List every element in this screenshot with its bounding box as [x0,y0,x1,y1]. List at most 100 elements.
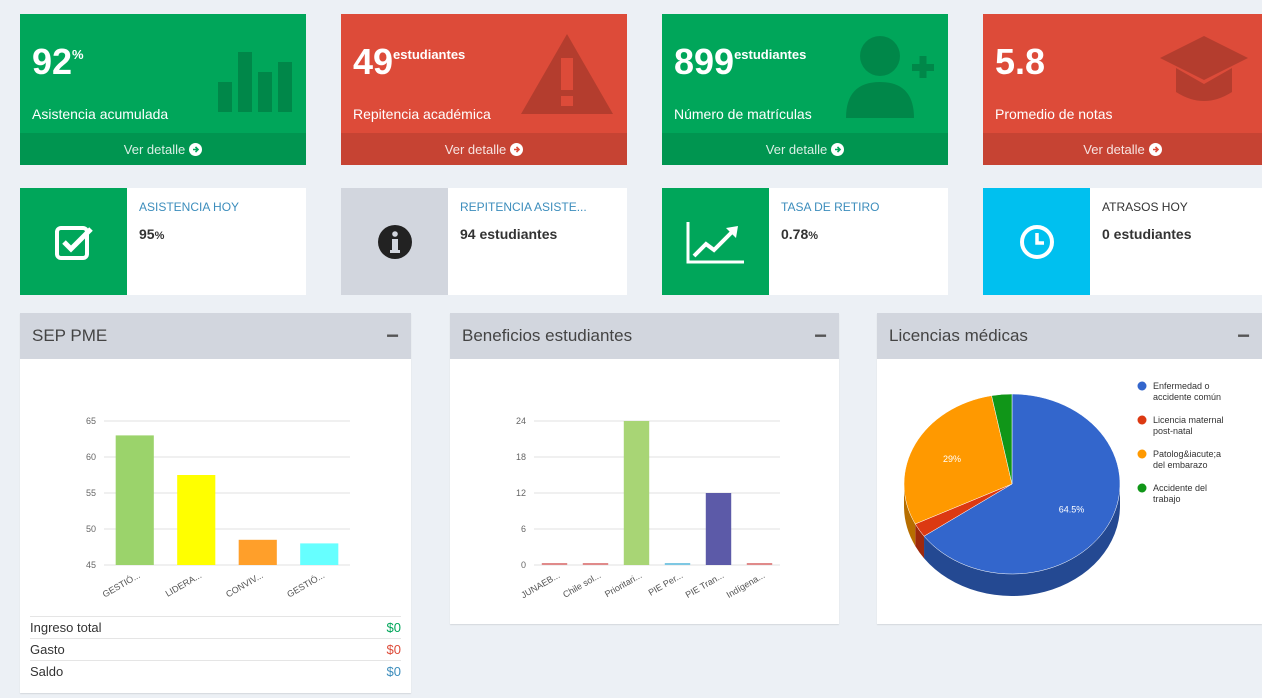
summary-label: Ingreso total [30,620,102,635]
panel-header: SEP PME − [20,313,411,359]
licencias-pie-chart: 64.5% 29% Enfermedad o accidente común Licen… [903,381,1224,596]
info-value: 94 estudiantes [460,226,558,242]
sep-bar-chart: 45 50 55 60 65 GESTIÓ... LIDERA... CONVIV... GES… [86,416,350,599]
tile-repitencia: 49estudiantes Repitencia académica Ver d… [341,14,627,165]
y-tick-label: 65 [86,416,96,426]
summary-row-ingreso: Ingreso total $0 [30,616,401,638]
summary-label: Saldo [30,664,64,679]
info-atrasos-hoy: ATRASOS HOY 0 estudiantes [983,188,1262,295]
summary-value: $0 [386,664,401,679]
panel-header: Licencias médicas − [877,313,1262,359]
bar[interactable] [582,563,609,565]
x-tick-label: LIDERA... [164,570,204,599]
x-tick-label: PIE Per... [647,570,685,598]
x-tick-label: GESTIÓ... [101,570,142,599]
y-tick-label: 60 [86,452,96,462]
info-asistencia-hoy: ASISTENCIA HOY 95% [20,188,306,295]
bar[interactable] [705,493,732,565]
legend-label: Enfermedad o accidente común [1153,381,1221,402]
bar[interactable] [664,563,691,565]
ver-detalle-link[interactable]: Ver detalle [20,133,306,165]
info-value: 0.78% [781,226,819,242]
arrow-circle-right-icon [510,142,524,156]
info-repitencia-asistencia: REPITENCIA ASISTE... 94 estudiantes [341,188,627,295]
checkbox-icon [20,188,127,295]
panel-header: Beneficios estudiantes − [450,313,839,359]
summary-value: $0 [386,642,401,657]
ver-detalle-link[interactable]: Ver detalle [983,133,1262,165]
info-icon [341,188,448,295]
summary-row-gasto: Gasto $0 [30,638,401,660]
x-tick-label: Prioritari... [603,570,644,599]
legend-marker [1137,449,1147,459]
arrow-circle-right-icon [1148,142,1162,156]
info-tasa-retiro: TASA DE RETIRO 0.78% [662,188,948,295]
legend-marker [1137,381,1147,391]
y-tick-label: 0 [521,560,526,570]
panel-sep-pme: SEP PME − 45 50 55 60 65 GESTIÓ... LIDERA... CO… [20,313,411,693]
legend-label: Patolog&iacute;a del embarazo [1153,449,1221,470]
x-tick-label: CONVIV... [224,570,265,599]
slice-label: 29% [943,454,961,464]
x-tick-label: JUNAEB... [519,570,561,600]
bar[interactable] [623,421,650,565]
bar[interactable] [300,543,339,565]
bar[interactable] [541,563,568,565]
y-tick-label: 18 [516,452,526,462]
panel-licencias: Licencias médicas − 64.5% 29% Enfermedad o… [877,313,1262,624]
arrow-circle-right-icon [831,142,845,156]
tile-label: Promedio de notas [995,106,1113,122]
panel-beneficios: Beneficios estudiantes − 0 6 12 18 24 JUNAEB.… [450,313,839,624]
tile-promedio: 5.8 Promedio de notas Ver detalle [983,14,1262,165]
info-title: ASISTENCIA HOY [139,200,240,214]
info-title: TASA DE RETIRO [781,200,880,214]
tile-label: Repitencia académica [353,106,491,122]
y-tick-label: 50 [86,524,96,534]
y-tick-label: 45 [86,560,96,570]
panel-title: Beneficios estudiantes [462,326,633,345]
line-chart-icon [662,188,769,295]
info-title: ATRASOS HOY [1102,200,1188,214]
tile-label: Asistencia acumulada [32,106,169,122]
tile-value: 49estudiantes [353,41,466,82]
bar[interactable] [115,435,154,565]
ver-detalle-link[interactable]: Ver detalle [662,133,948,165]
clock-icon [983,188,1090,295]
graduation-cap-icon [1160,36,1248,101]
y-tick-label: 55 [86,488,96,498]
user-plus-icon [846,36,934,118]
summary-row-saldo: Saldo $0 [30,660,401,682]
legend-label: Licencia maternal post-natal [1153,415,1224,436]
collapse-button[interactable]: − [814,323,827,349]
tile-asistencia: 92% Asistencia acumulada Ver detalle [20,14,306,165]
info-title: REPITENCIA ASISTE... [460,200,587,214]
bar[interactable] [746,563,773,565]
tile-value: 92% [32,41,84,82]
collapse-button[interactable]: − [1237,323,1250,349]
collapse-button[interactable]: − [386,323,399,349]
slice-label: 64.5% [1059,505,1085,515]
summary-value: $0 [386,620,401,635]
y-tick-label: 24 [516,416,526,426]
x-tick-label: Chile sol... [561,570,602,600]
legend-marker [1137,415,1147,425]
x-tick-label: PIE Tran... [684,570,726,600]
summary-table: Ingreso total $0 Gasto $0 Saldo $0 [20,616,411,682]
info-value: 0 estudiantes [1102,226,1192,242]
tile-matriculas: 899estudiantes Número de matrículas Ver … [662,14,948,165]
bar[interactable] [177,475,216,565]
tile-value: 5.8 [995,41,1046,82]
panel-title: SEP PME [32,326,108,345]
legend-marker [1137,483,1147,493]
x-tick-label: Indígena... [725,570,767,600]
tile-label: Número de matrículas [674,106,812,122]
panel-title: Licencias médicas [889,326,1028,345]
ver-detalle-link[interactable]: Ver detalle [341,133,627,165]
y-tick-label: 12 [516,488,526,498]
info-value: 95% [139,226,165,242]
bar-chart-icon [218,52,292,112]
summary-label: Gasto [30,642,65,657]
bar[interactable] [238,539,277,565]
warning-icon [521,34,613,114]
legend-label: Accidente del trabajo [1153,483,1207,504]
